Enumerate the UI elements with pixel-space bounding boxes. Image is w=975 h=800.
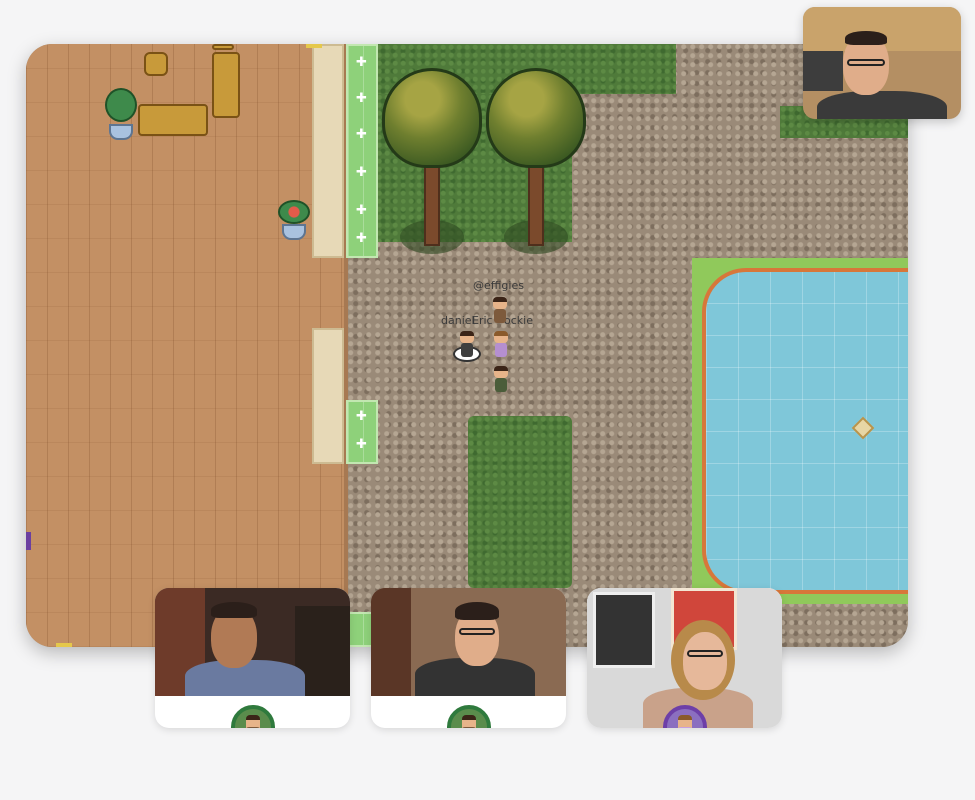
edge-marker — [26, 532, 31, 550]
video-tile[interactable] — [587, 588, 782, 728]
table-edge — [212, 44, 234, 50]
glasses — [847, 59, 885, 66]
bottom-marker — [56, 643, 72, 647]
flower-icon: ✚ — [356, 55, 367, 70]
player-avatar[interactable] — [492, 331, 510, 357]
player-name-label: @effigies — [473, 279, 524, 292]
video-feed — [371, 588, 566, 696]
flower-hedge — [346, 44, 378, 258]
stool[interactable] — [144, 52, 168, 76]
self-video-tile[interactable] — [803, 7, 961, 119]
player-avatar-badge[interactable] — [231, 705, 275, 728]
flower-icon: ✚ — [356, 409, 367, 424]
player-avatar-badge[interactable] — [447, 705, 491, 728]
person-hair — [211, 602, 257, 618]
video-feed — [155, 588, 350, 696]
tree — [382, 68, 482, 258]
grass-strip — [468, 416, 572, 588]
video-tile[interactable] — [155, 588, 350, 728]
armchair[interactable] — [212, 52, 240, 118]
person-hair — [455, 602, 499, 620]
player-name-label: Eric — [472, 314, 493, 327]
flower-icon: ✚ — [356, 203, 367, 218]
stone-wall — [312, 328, 344, 464]
person-hair — [845, 31, 887, 45]
pond — [702, 268, 908, 594]
potted-plant[interactable] — [105, 88, 137, 140]
tree — [486, 68, 586, 258]
flower-icon: ✚ — [356, 91, 367, 106]
fridge — [803, 51, 843, 91]
flower-icon: ✚ — [356, 231, 367, 246]
player-avatar[interactable] — [491, 297, 509, 323]
video-tile[interactable] — [371, 588, 566, 728]
player-avatar[interactable] — [458, 331, 476, 357]
flower-icon: ✚ — [356, 127, 367, 142]
stone-wall — [312, 44, 344, 258]
flower-pot[interactable] — [278, 200, 310, 240]
top-marker — [306, 44, 322, 48]
glasses — [459, 628, 495, 635]
player-avatar[interactable] — [492, 366, 510, 392]
player-name-label: daniel — [441, 314, 475, 327]
flower-icon: ✚ — [356, 437, 367, 452]
person-shoulders — [817, 91, 947, 119]
glasses — [687, 650, 723, 657]
game-map[interactable]: ✚ ✚ ✚ ✚ ✚ ✚ ✚ ✚ @effigies daniel Eric oc… — [26, 44, 908, 647]
person-face — [683, 632, 727, 690]
sofa[interactable] — [138, 104, 208, 136]
flower-icon: ✚ — [356, 165, 367, 180]
